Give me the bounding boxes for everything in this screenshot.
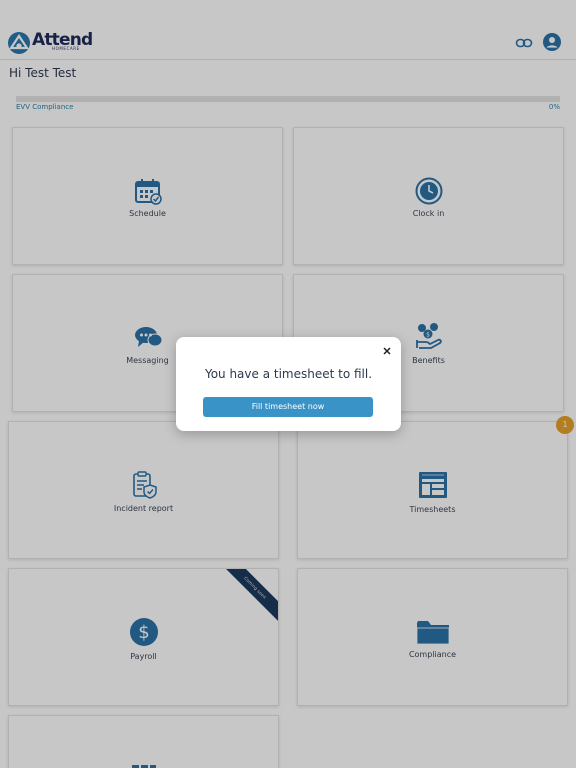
fill-timesheet-button[interactable]: Fill timesheet now <box>203 397 373 417</box>
timesheet-reminder-dialog: You have a timesheet to fill. Fill times… <box>176 337 401 431</box>
dialog-message: You have a timesheet to fill. <box>204 367 373 381</box>
close-button[interactable] <box>381 345 393 357</box>
close-icon <box>383 347 391 355</box>
